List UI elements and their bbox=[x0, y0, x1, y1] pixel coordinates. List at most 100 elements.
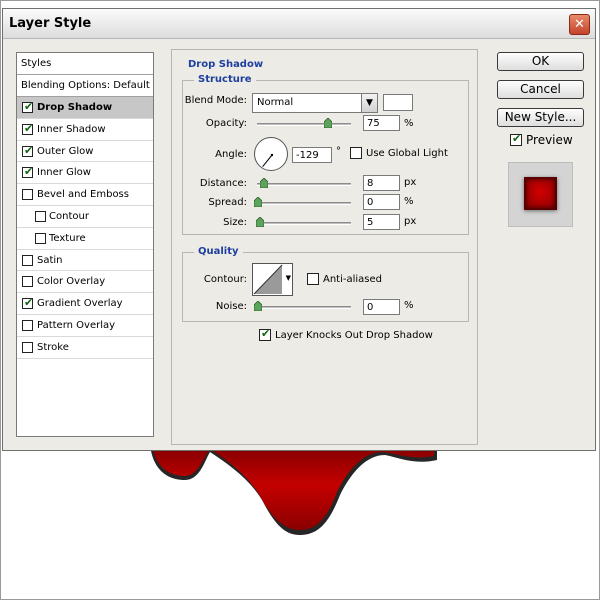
style-item-checkbox[interactable] bbox=[22, 254, 33, 266]
style-item-label: Inner Glow bbox=[37, 167, 91, 179]
style-item-checkbox[interactable]: ✔ bbox=[22, 144, 33, 157]
checkmark-icon: ✔ bbox=[24, 100, 34, 113]
style-item-checkbox[interactable] bbox=[35, 210, 46, 222]
opacity-slider-thumb[interactable] bbox=[323, 118, 332, 128]
noise-unit: % bbox=[404, 300, 414, 311]
style-item-label: Inner Shadow bbox=[37, 123, 106, 135]
close-icon: ✕ bbox=[574, 17, 585, 32]
style-item-checkbox[interactable]: ✔ bbox=[22, 165, 34, 179]
style-item-label: Pattern Overlay bbox=[37, 319, 116, 331]
angle-dial[interactable] bbox=[254, 137, 288, 171]
style-item-texture[interactable]: Texture bbox=[17, 228, 153, 250]
style-item-label: Drop Shadow bbox=[37, 102, 113, 113]
contour-label: Contour: bbox=[203, 274, 247, 285]
title-bar[interactable]: Layer Style ✕ bbox=[3, 9, 595, 39]
ok-button[interactable]: OK bbox=[497, 52, 584, 71]
cancel-button[interactable]: Cancel bbox=[497, 80, 584, 99]
opacity-label: Opacity: bbox=[205, 118, 247, 129]
contour-picker[interactable]: ▼ bbox=[252, 263, 293, 296]
style-item-label: Color Overlay bbox=[37, 276, 106, 288]
close-button[interactable]: ✕ bbox=[569, 14, 590, 35]
use-global-light-label: Use Global Light bbox=[366, 148, 448, 159]
angle-label: Angle: bbox=[215, 149, 247, 160]
quality-title: Quality bbox=[194, 246, 243, 257]
size-slider-thumb[interactable] bbox=[256, 217, 264, 227]
anti-aliased-checkbox[interactable] bbox=[307, 273, 319, 285]
distance-label: Distance: bbox=[199, 178, 247, 189]
layer-knocks-out-checkbox[interactable]: ✔ bbox=[259, 327, 271, 341]
drop-shadow-panel: Drop Shadow Structure Blend Mode: Normal… bbox=[171, 49, 478, 445]
style-item-checkbox[interactable]: ✔ bbox=[22, 121, 34, 135]
opacity-slider-track[interactable] bbox=[257, 123, 351, 126]
noise-slider-track[interactable] bbox=[257, 306, 351, 309]
style-item-label: Bevel and Emboss bbox=[37, 189, 129, 201]
style-item-stroke[interactable]: Stroke bbox=[17, 337, 153, 359]
layer-knocks-out-label: Layer Knocks Out Drop Shadow bbox=[275, 330, 433, 341]
distance-slider-track[interactable] bbox=[257, 183, 351, 186]
size-slider-track[interactable] bbox=[257, 222, 351, 225]
style-item-checkbox[interactable] bbox=[22, 189, 33, 201]
distance-input[interactable]: 8 bbox=[363, 175, 400, 191]
canvas-red-shape bbox=[150, 440, 437, 535]
checkmark-icon: ✔ bbox=[24, 121, 34, 135]
checkmark-icon: ✔ bbox=[261, 327, 271, 340]
opacity-unit: % bbox=[404, 118, 414, 129]
styles-header[interactable]: Styles bbox=[17, 53, 153, 75]
dialog-title: Layer Style bbox=[9, 16, 92, 31]
style-item-outer-glow[interactable]: ✔ Outer Glow bbox=[17, 141, 153, 163]
style-item-checkbox[interactable] bbox=[35, 232, 46, 244]
style-item-checkbox[interactable]: ✔ bbox=[22, 100, 34, 113]
spread-input[interactable]: 0 bbox=[363, 194, 400, 210]
noise-input[interactable]: 0 bbox=[363, 299, 400, 315]
style-item-label: Contour bbox=[49, 210, 89, 222]
structure-title: Structure bbox=[194, 74, 256, 85]
blend-mode-value: Normal bbox=[257, 97, 294, 108]
style-item-label: Gradient Overlay bbox=[37, 298, 123, 310]
style-item-checkbox[interactable] bbox=[22, 341, 33, 353]
style-item-bevel-and-emboss[interactable]: Bevel and Emboss bbox=[17, 184, 153, 206]
style-item-drop-shadow[interactable]: ✔ Drop Shadow bbox=[17, 97, 153, 119]
spread-label: Spread: bbox=[208, 197, 247, 208]
distance-unit: px bbox=[404, 177, 417, 188]
style-item-label: Satin bbox=[37, 254, 63, 266]
angle-unit: ° bbox=[336, 146, 341, 157]
blend-mode-label: Blend Mode: bbox=[184, 95, 247, 106]
spread-slider-thumb[interactable] bbox=[254, 197, 262, 207]
checkmark-icon: ✔ bbox=[24, 296, 34, 310]
chevron-down-icon[interactable]: ▼ bbox=[286, 274, 291, 282]
shadow-color-swatch[interactable] bbox=[383, 94, 413, 111]
style-item-checkbox[interactable] bbox=[22, 319, 33, 331]
size-unit: px bbox=[404, 216, 417, 227]
styles-list: Styles Blending Options: Default ✔ Drop S… bbox=[16, 52, 154, 437]
style-item-satin[interactable]: Satin bbox=[17, 250, 153, 272]
style-item-contour[interactable]: Contour bbox=[17, 206, 153, 228]
blend-mode-select[interactable]: Normal ▼ bbox=[252, 93, 378, 113]
anti-aliased-label: Anti-aliased bbox=[323, 274, 383, 285]
noise-slider-thumb[interactable] bbox=[254, 301, 262, 311]
noise-label: Noise: bbox=[215, 301, 247, 312]
contour-curve-icon bbox=[253, 264, 283, 295]
chevron-down-icon[interactable]: ▼ bbox=[361, 94, 377, 112]
style-item-label: Texture bbox=[49, 232, 86, 244]
angle-input[interactable]: -129 bbox=[292, 147, 332, 163]
new-style-button[interactable]: New Style... bbox=[497, 108, 584, 127]
checkmark-icon: ✔ bbox=[512, 132, 522, 145]
preview-checkbox[interactable]: ✔ bbox=[510, 132, 522, 146]
style-item-inner-shadow[interactable]: ✔ Inner Shadow bbox=[17, 119, 153, 141]
spread-slider-track[interactable] bbox=[257, 202, 351, 205]
drop-shadow-title: Drop Shadow bbox=[188, 59, 264, 70]
distance-slider-thumb[interactable] bbox=[260, 178, 268, 188]
style-item-pattern-overlay[interactable]: Pattern Overlay bbox=[17, 315, 153, 337]
blending-options-item[interactable]: Blending Options: Default bbox=[17, 75, 153, 97]
size-input[interactable]: 5 bbox=[363, 214, 400, 230]
style-item-checkbox[interactable]: ✔ bbox=[22, 296, 34, 310]
style-item-inner-glow[interactable]: ✔ Inner Glow bbox=[17, 162, 153, 185]
style-item-color-overlay[interactable]: Color Overlay bbox=[17, 271, 153, 294]
style-item-label: Outer Glow bbox=[37, 145, 94, 157]
style-item-gradient-overlay[interactable]: ✔ Gradient Overlay bbox=[17, 293, 153, 315]
style-item-checkbox[interactable] bbox=[22, 276, 33, 288]
use-global-light-checkbox[interactable] bbox=[350, 147, 362, 159]
checkmark-icon: ✔ bbox=[24, 165, 34, 179]
opacity-input[interactable]: 75 bbox=[363, 115, 400, 131]
style-preview-thumbnail bbox=[508, 162, 573, 227]
